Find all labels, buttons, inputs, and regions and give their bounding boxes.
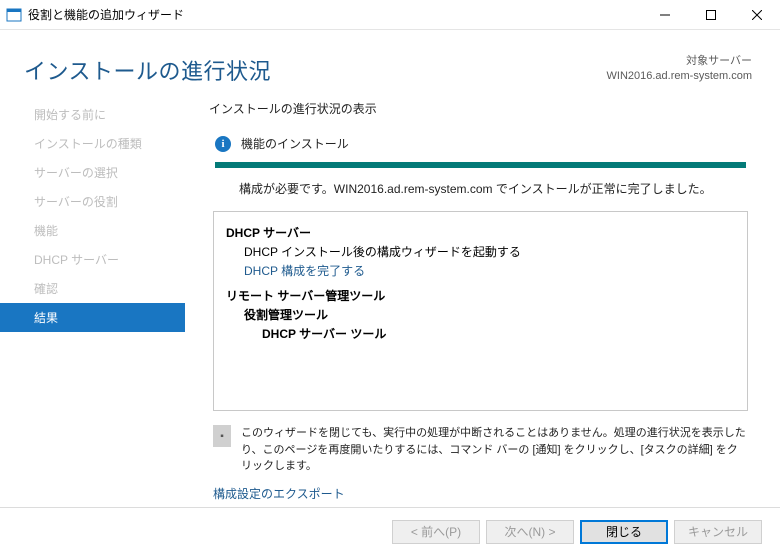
target-server-info: 対象サーバー WIN2016.ad.rem-system.com (607, 54, 752, 85)
close-button[interactable] (734, 0, 780, 30)
main-panel: インストールの進行状況の表示 i 機能のインストール 構成が必要です。WIN20… (185, 94, 780, 524)
minimize-button[interactable] (642, 0, 688, 30)
step-features: 機能 (0, 216, 185, 245)
complete-dhcp-config-link[interactable]: DHCP 構成を完了する (226, 262, 735, 279)
status-text: 機能のインストール (241, 135, 349, 152)
result-post-install-wizard: DHCP インストール後の構成ウィザードを起動する (226, 243, 735, 260)
flag-icon: ▪ (213, 425, 231, 447)
next-button: 次へ(N) > (486, 520, 574, 544)
step-results[interactable]: 結果 (0, 303, 185, 332)
step-server-selection: サーバーの選択 (0, 158, 185, 187)
cancel-button: キャンセル (674, 520, 762, 544)
maximize-button[interactable] (688, 0, 734, 30)
progress-bar (215, 162, 746, 168)
header: インストールの進行状況 対象サーバー WIN2016.ad.rem-system… (0, 30, 780, 94)
app-icon (6, 7, 22, 23)
target-label: 対象サーバー (607, 54, 752, 69)
step-before-begin: 開始する前に (0, 100, 185, 129)
target-server: WIN2016.ad.rem-system.com (607, 69, 752, 84)
result-dhcp-tools: DHCP サーバー ツール (226, 325, 735, 342)
note-text: このウィザードを閉じても、実行中の処理が中断されることはありません。処理の進行状… (241, 425, 748, 475)
info-icon: i (215, 136, 231, 152)
subtitle: インストールの進行状況の表示 (209, 100, 752, 117)
step-confirmation: 確認 (0, 274, 185, 303)
step-server-roles: サーバーの役割 (0, 187, 185, 216)
footer: < 前へ(P) 次へ(N) > 閉じる キャンセル (0, 507, 780, 555)
titlebar: 役割と機能の追加ウィザード (0, 0, 780, 30)
close-wizard-button[interactable]: 閉じる (580, 520, 668, 544)
results-box: DHCP サーバー DHCP インストール後の構成ウィザードを起動する DHCP… (213, 211, 748, 411)
step-dhcp-server: DHCP サーバー (0, 245, 185, 274)
export-settings-link[interactable]: 構成設定のエクスポート (209, 485, 752, 502)
window-title: 役割と機能の追加ウィザード (28, 6, 642, 23)
result-rsat: リモート サーバー管理ツール (226, 287, 735, 304)
step-install-type: インストールの種類 (0, 129, 185, 158)
result-role-admin-tools: 役割管理ツール (226, 306, 735, 323)
wizard-steps-sidebar: 開始する前に インストールの種類 サーバーの選択 サーバーの役割 機能 DHCP… (0, 94, 185, 524)
result-dhcp-server: DHCP サーバー (226, 224, 735, 241)
page-title: インストールの進行状況 (24, 54, 271, 86)
note: ▪ このウィザードを閉じても、実行中の処理が中断されることはありません。処理の進… (213, 425, 748, 475)
previous-button: < 前へ(P) (392, 520, 480, 544)
completion-message: 構成が必要です。WIN2016.ad.rem-system.com でインストー… (209, 180, 752, 211)
